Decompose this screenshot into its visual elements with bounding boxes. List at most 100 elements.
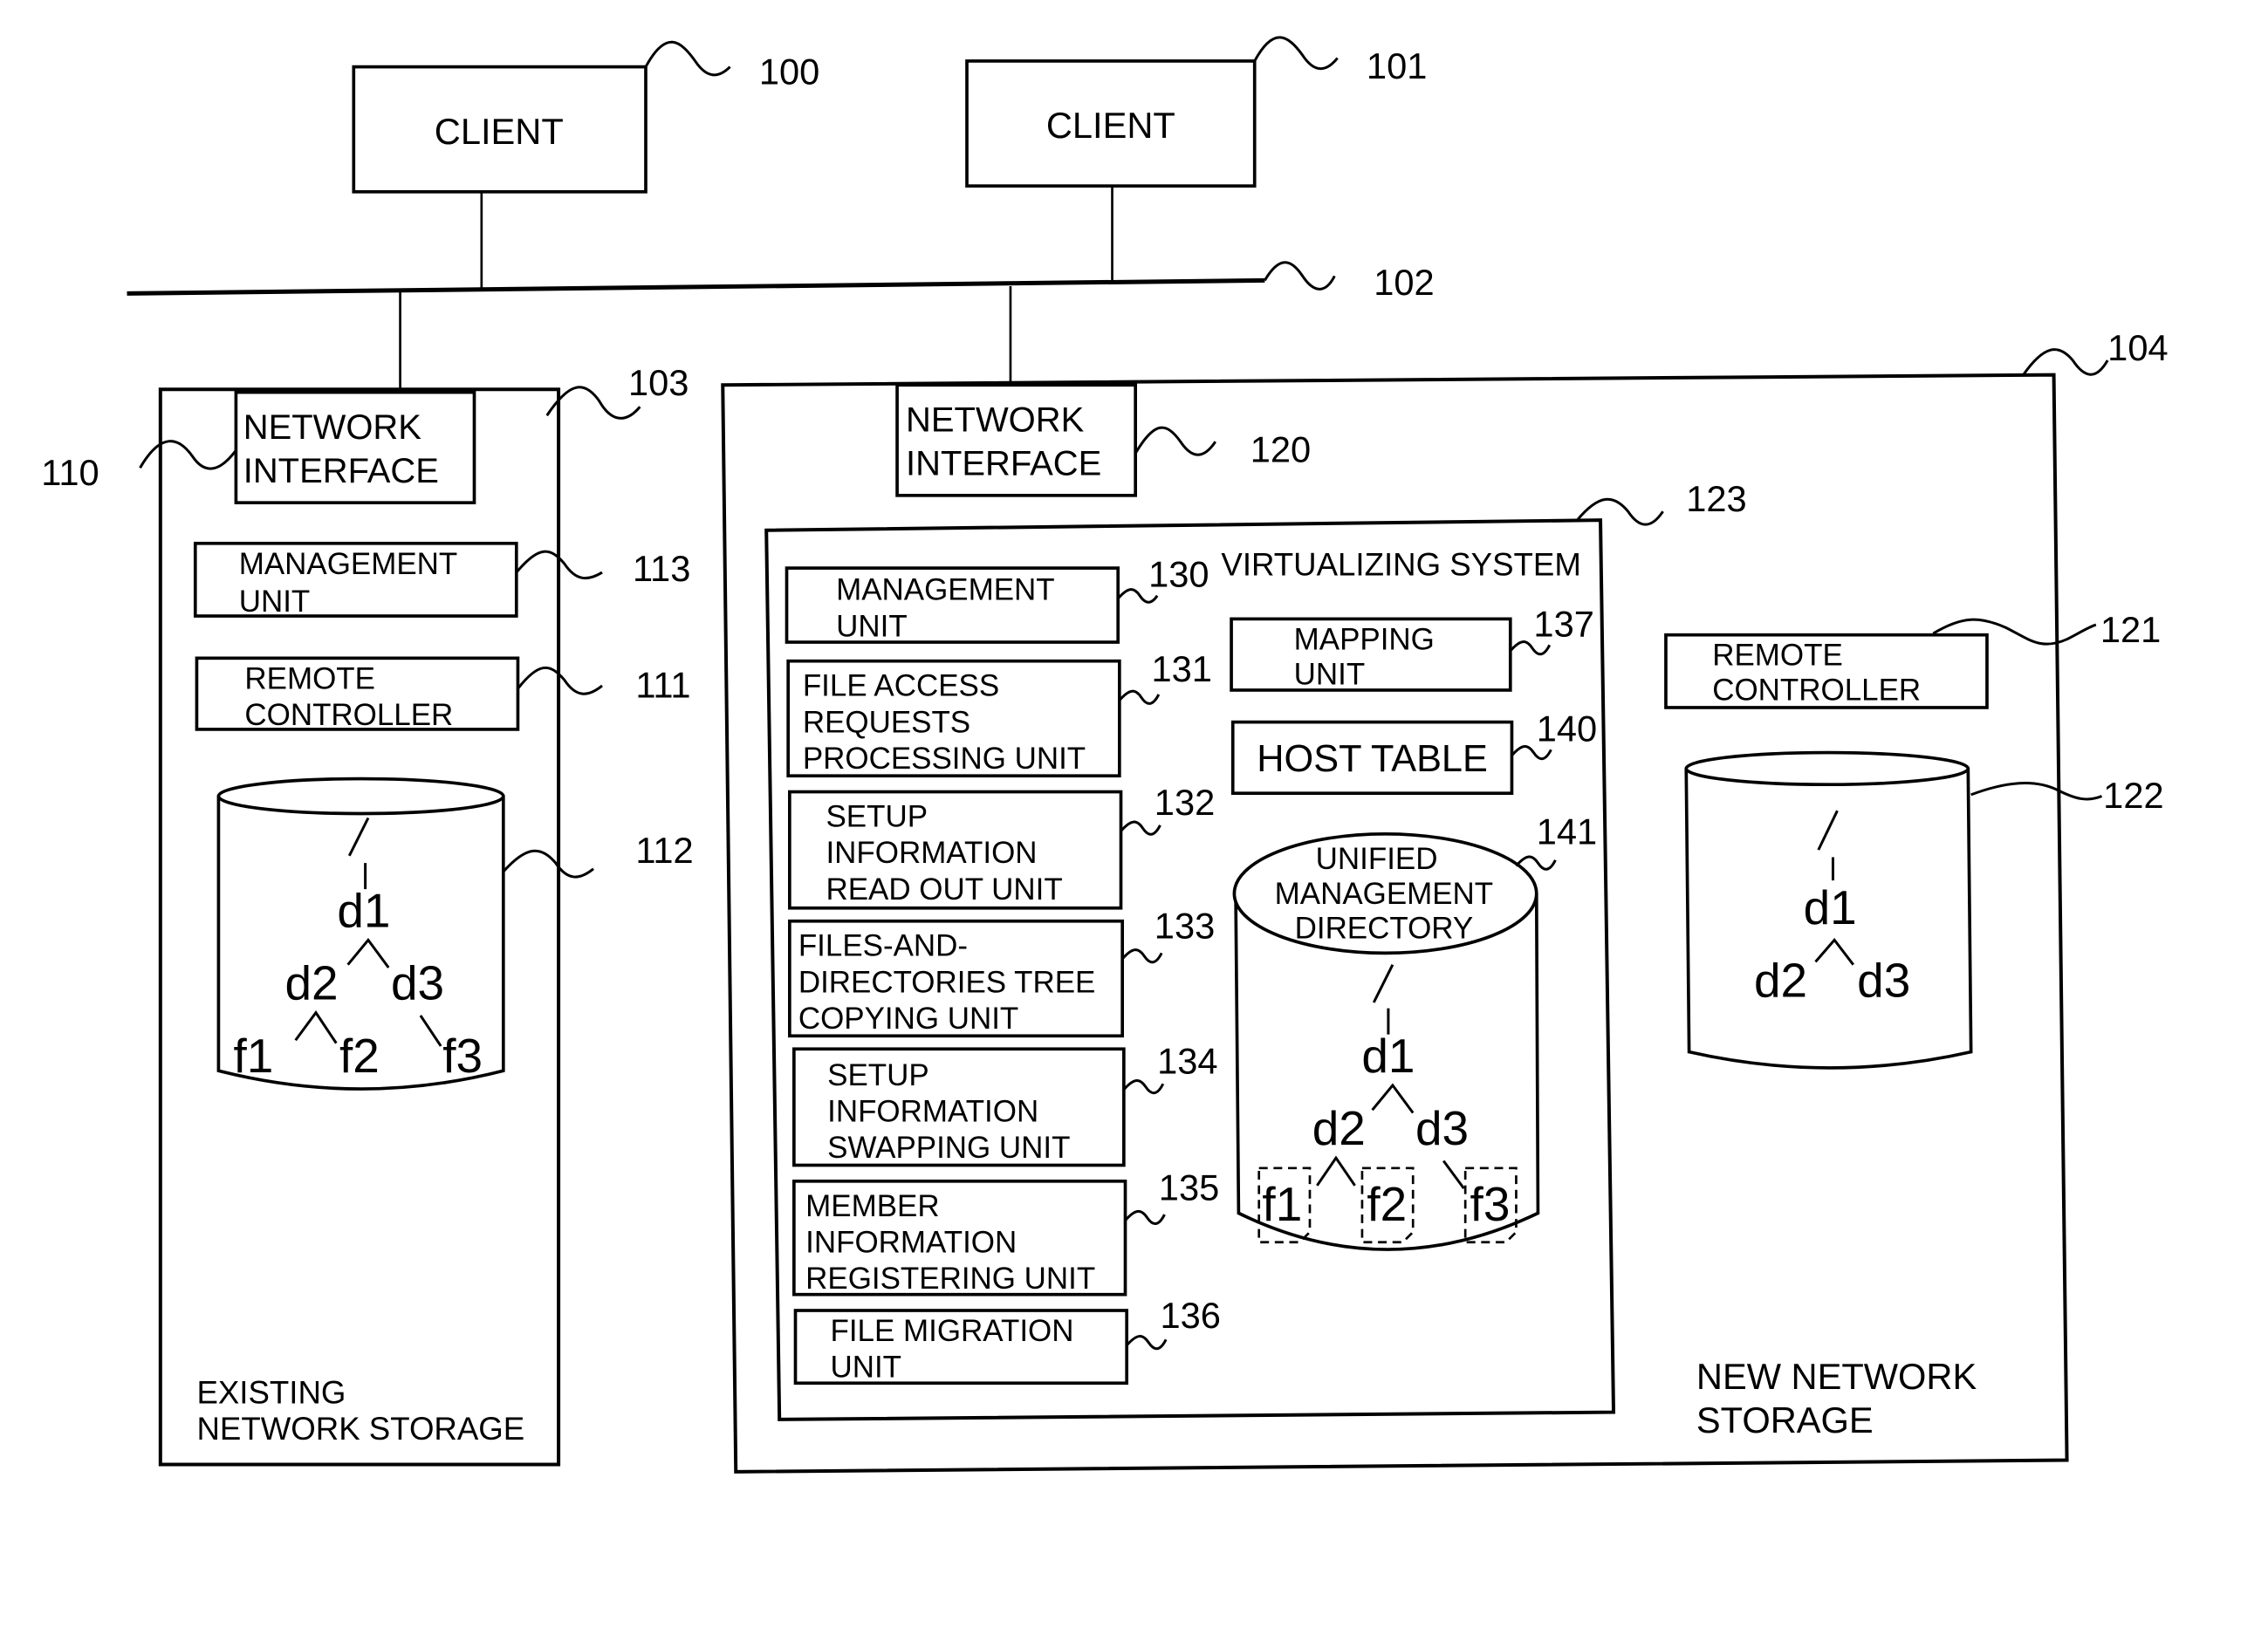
tree-node-d1: d1	[1361, 1029, 1415, 1083]
unit-line-2: UNIT	[1294, 657, 1366, 691]
leader-squiggle	[1118, 689, 1161, 705]
leader-squiggle	[1126, 1335, 1168, 1351]
tree-node-d2: d2	[1312, 1101, 1366, 1155]
ref-112: 112	[635, 830, 693, 871]
new-network-storage: 104 NETWORK INTERFACE 120 123 VIRTUALIZI…	[721, 327, 2169, 1474]
rc-line-1: REMOTE	[244, 661, 375, 695]
unit-line-2: DIRECTORIES TREE	[798, 965, 1096, 999]
ref-104: 104	[2107, 327, 2168, 368]
unit-line-3: SWAPPING UNIT	[827, 1131, 1070, 1165]
ref-134: 134	[1157, 1041, 1217, 1082]
setup-information-read-out-unit-132: SETUP INFORMATION READ OUT UNIT 132	[788, 782, 1215, 910]
unit-line-3: COPYING UNIT	[798, 1002, 1018, 1036]
cylinder-top	[1684, 750, 1970, 787]
ref-113: 113	[633, 548, 690, 589]
file-access-requests-processing-unit-131: FILE ACCESS REQUESTS PROCESSING UNIT 131	[786, 648, 1212, 778]
unit-line-1: SETUP	[827, 1058, 929, 1092]
ni-line-1: NETWORK	[906, 401, 1085, 440]
ref-140: 140	[1537, 708, 1597, 749]
unit-line-1: FILES-AND-	[798, 929, 968, 963]
new-storage-title-1: NEW NETWORK	[1696, 1356, 1977, 1397]
leader-squiggle	[1253, 36, 1339, 71]
client-100: CLIENT 100	[352, 40, 819, 194]
ref-121: 121	[2100, 609, 2161, 650]
ref-141: 141	[1537, 811, 1597, 852]
existing-storage-title-2: NETWORK STORAGE	[196, 1411, 524, 1447]
ni-line-1: NETWORK	[243, 408, 422, 447]
mapping-unit-137: MAPPING UNIT 137	[1230, 603, 1594, 692]
files-and-directories-tree-copying-unit-133: FILES-AND- DIRECTORIES TREE COPYING UNIT…	[788, 906, 1215, 1038]
mgmt-line-1: MANAGEMENT	[239, 547, 458, 581]
ref-133: 133	[1155, 906, 1215, 947]
ref-132: 132	[1155, 782, 1215, 823]
volume-cylinder: d1 d2 d3 f1 f2 f3	[216, 777, 505, 1091]
tree-node-d3: d3	[1415, 1101, 1469, 1155]
unit-line-3: PROCESSING UNIT	[803, 742, 1086, 776]
network-102: 102	[127, 186, 1435, 390]
unit-line-2: REQUESTS	[803, 705, 970, 739]
host-table-140: HOST TABLE 140	[1230, 708, 1597, 796]
tree-node-f1: f1	[233, 1029, 273, 1083]
ref-135: 135	[1159, 1167, 1219, 1208]
member-information-registering-unit-135: MEMBER INFORMATION REGISTERING UNIT 135	[792, 1167, 1219, 1297]
tree-node-d1: d1	[1804, 880, 1857, 934]
unit-line-1: FILE MIGRATION	[830, 1314, 1073, 1348]
leader-squiggle	[644, 40, 731, 77]
unit-line-2: UNIT	[836, 609, 908, 643]
setup-information-swapping-unit-134: SETUP INFORMATION SWAPPING UNIT 134	[792, 1041, 1218, 1167]
client-label: CLIENT	[435, 111, 564, 152]
unit-line-1: MANAGEMENT	[836, 573, 1055, 607]
leader-squiggle	[139, 440, 237, 470]
directory-line-2: MANAGEMENT	[1275, 877, 1494, 911]
patent-figure: CLIENT 100 CLIENT 101 102 103 NETWORK IN…	[41, 36, 2169, 1474]
ref-100: 100	[759, 51, 819, 92]
ref-102: 102	[1374, 262, 1434, 303]
ref-120: 120	[1250, 429, 1311, 470]
leader-squiggle	[2022, 348, 2109, 376]
tree-node-f2: f2	[1367, 1177, 1407, 1231]
existing-network-storage: 103 NETWORK INTERFACE 110 MANAGEMENT UNI…	[41, 362, 694, 1467]
mgmt-line-2: UNIT	[239, 585, 311, 619]
unit-line-2: INFORMATION	[827, 1095, 1038, 1129]
tree-node-d1: d1	[337, 883, 390, 937]
virtualizing-system-title: VIRTUALIZING SYSTEM	[1221, 546, 1580, 582]
management-unit-130: MANAGEMENT UNIT 130	[785, 554, 1209, 644]
tree-node-f2: f2	[339, 1029, 380, 1083]
client-label: CLIENT	[1046, 105, 1175, 146]
unit-line-1: SETUP	[826, 799, 928, 833]
tree-node-f3: f3	[1470, 1177, 1511, 1231]
unit-line-1: MAPPING	[1294, 622, 1435, 656]
unit-line-3: REGISTERING UNIT	[805, 1262, 1095, 1296]
leader-squiggle	[1124, 1209, 1166, 1226]
leader-squiggle	[1121, 948, 1163, 964]
ref-111: 111	[635, 664, 690, 705]
leader-squiggle	[1122, 1078, 1165, 1095]
ref-123: 123	[1686, 478, 1746, 519]
leader-squiggle	[1120, 820, 1161, 836]
ref-137: 137	[1533, 603, 1593, 644]
unified-management-directory-141: UNIFIED MANAGEMENT DIRECTORY 141 d1 d2 d…	[1232, 811, 1597, 1251]
rc-line-2: CONTROLLER	[244, 698, 453, 732]
ref-103: 103	[628, 362, 689, 403]
tree-node-f1: f1	[1262, 1177, 1302, 1231]
ref-122: 122	[2103, 775, 2163, 816]
cylinder-top	[216, 777, 505, 816]
tree-node-d2: d2	[284, 956, 338, 1010]
tree-node-f3: f3	[442, 1029, 483, 1083]
directory-line-3: DIRECTORY	[1295, 912, 1474, 946]
tree-node-d2: d2	[1754, 953, 1807, 1007]
virtualizing-system: 123 VIRTUALIZING SYSTEM MANAGEMENT UNIT …	[764, 478, 1747, 1421]
unit-line-2: INFORMATION	[805, 1225, 1017, 1259]
unit-line-1: FILE ACCESS	[803, 669, 999, 703]
host-table-label: HOST TABLE	[1257, 738, 1488, 780]
unit-line-2: UNIT	[830, 1351, 901, 1385]
new-storage-title-2: STORAGE	[1696, 1399, 1874, 1440]
leader-squiggle	[545, 386, 641, 420]
volume-cylinder: d1 d2 d3	[1684, 750, 1973, 1070]
client-101: CLIENT 101	[965, 36, 1427, 188]
ref-130: 130	[1148, 554, 1209, 595]
leader-squiggle	[1134, 426, 1216, 456]
unit-line-2: INFORMATION	[826, 836, 1037, 870]
tree-node-d3: d3	[391, 956, 444, 1010]
ref-131: 131	[1151, 648, 1211, 689]
